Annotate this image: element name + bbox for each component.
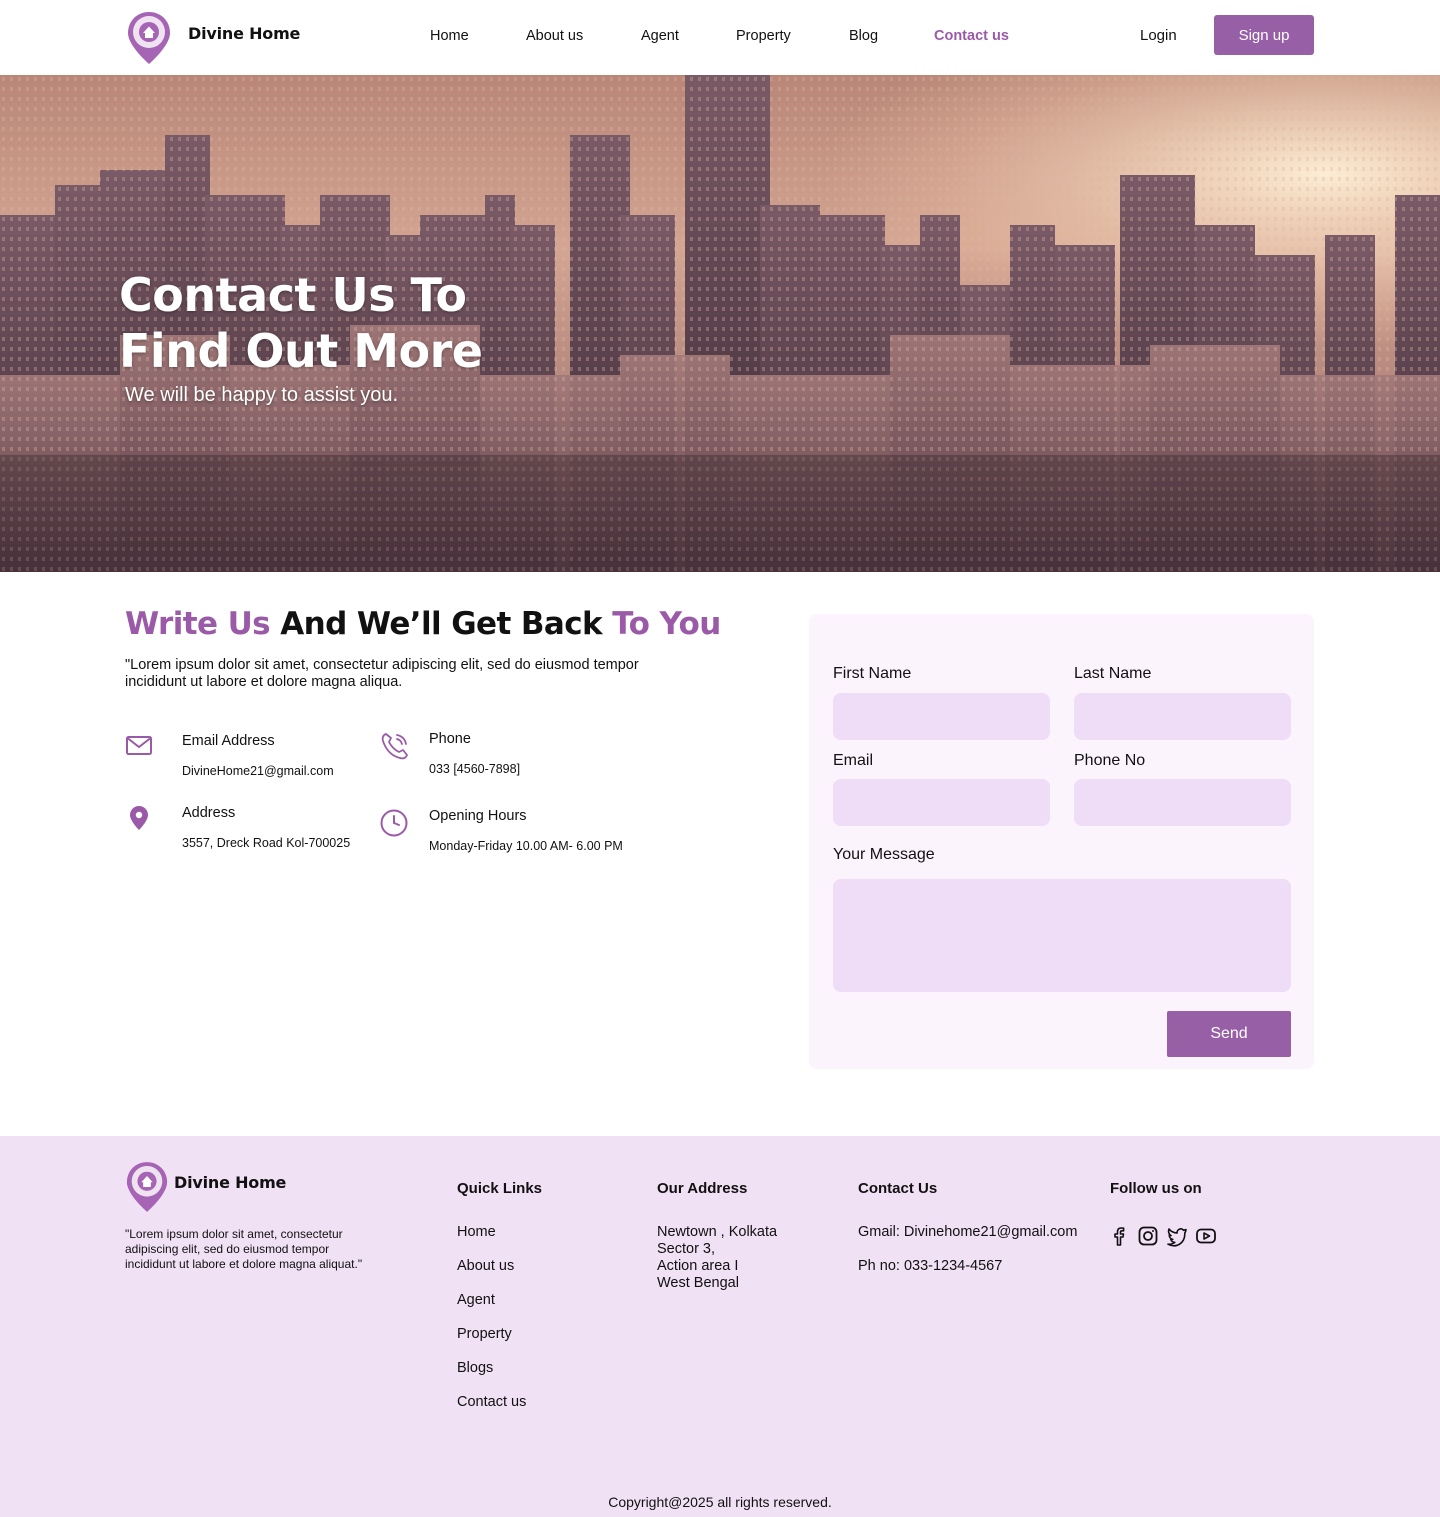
clock-icon (380, 809, 408, 837)
hero-subtitle: We will be happy to assist you. (125, 384, 399, 406)
hero-banner: Contact Us To Find Out More We will be h… (0, 75, 1440, 572)
email-field[interactable] (833, 779, 1050, 826)
phone-label: Phone (429, 731, 471, 747)
site-header: Divine Home Home About us Agent Property… (0, 0, 1440, 75)
login-link[interactable]: Login (1140, 27, 1177, 44)
title-highlight-2: To You (612, 606, 721, 642)
first-name-label: First Name (833, 665, 912, 682)
site-footer: Divine Home "Lorem ipsum dolor sit amet,… (0, 1136, 1440, 1517)
hero-title-line-2: Find Out More (119, 324, 483, 378)
follow-us-title: Follow us on (1110, 1180, 1202, 1197)
send-button[interactable]: Send (1167, 1011, 1291, 1057)
address-line: Newtown , Kolkata (657, 1224, 778, 1240)
contact-form: First Name Last Name Email Phone No Your… (809, 614, 1314, 1069)
nav-contact-us[interactable]: Contact us (934, 28, 1009, 44)
email-field-label: Email (833, 752, 874, 769)
nav-about-us[interactable]: About us (526, 28, 583, 44)
our-address-title: Our Address (657, 1180, 748, 1197)
mail-icon (126, 736, 152, 755)
social-links (1108, 1225, 1224, 1247)
address-line: West Bengal (657, 1275, 739, 1291)
footer-link-contact-us[interactable]: Contact us (457, 1394, 526, 1410)
footer-link-blogs[interactable]: Blogs (457, 1360, 493, 1376)
footer-link-home[interactable]: Home (457, 1224, 496, 1240)
address-value: 3557, Dreck Road Kol-700025 (182, 836, 351, 850)
hero-title: Contact Us To Find Out More (119, 267, 483, 379)
footer-logo[interactable]: Divine Home (125, 1160, 286, 1214)
last-name-input[interactable] (1074, 693, 1291, 740)
twitter-icon[interactable] (1166, 1225, 1188, 1247)
contact-description: "Lorem ipsum dolor sit amet, consectetur… (125, 657, 639, 690)
footer-link-property[interactable]: Property (457, 1326, 512, 1342)
address-line: Sector 3, (657, 1241, 716, 1257)
location-pin-icon (130, 806, 148, 830)
message-textarea[interactable] (833, 879, 1291, 992)
first-name-input[interactable] (833, 693, 1050, 740)
nav-home[interactable]: Home (430, 28, 469, 44)
address-label: Address (182, 805, 236, 821)
contact-us-title: Contact Us (858, 1180, 938, 1197)
quick-links-title: Quick Links (457, 1180, 543, 1197)
copyright-text: Copyright@2025 all rights reserved. (608, 1494, 832, 1510)
footer-link-agent[interactable]: Agent (457, 1292, 495, 1308)
phone-icon (381, 733, 408, 760)
location-pin-logo-icon (128, 12, 170, 64)
phone-value[interactable]: 033 [4560-7898] (429, 762, 520, 776)
email-value[interactable]: DivineHome21@gmail.com (182, 764, 334, 778)
contact-section-title: Write Us And We’ll Get Back To You (125, 606, 721, 642)
logo[interactable]: Divine Home (126, 10, 300, 66)
footer-gmail[interactable]: Gmail: Divinehome21@gmail.com (858, 1224, 1077, 1240)
phone-field[interactable] (1074, 779, 1291, 826)
footer-address: Newtown , Kolkata Sector 3, Action area … (657, 1224, 777, 1292)
hero-title-line-1: Contact Us To (119, 268, 467, 322)
nav-blog[interactable]: Blog (849, 28, 878, 44)
last-name-label: Last Name (1074, 665, 1152, 682)
footer-phone[interactable]: Ph no: 033-1234-4567 (858, 1258, 1002, 1274)
youtube-icon[interactable] (1195, 1225, 1217, 1247)
location-pin-logo-icon (126, 1162, 168, 1212)
footer-brand-name: Divine Home (174, 1172, 287, 1192)
signup-button[interactable]: Sign up (1214, 15, 1314, 55)
facebook-icon[interactable] (1108, 1225, 1130, 1247)
instagram-icon[interactable] (1137, 1225, 1159, 1247)
opening-hours-value: Monday-Friday 10.00 AM- 6.00 PM (429, 839, 623, 853)
nav-agent[interactable]: Agent (641, 28, 679, 44)
phone-field-label: Phone No (1074, 752, 1146, 769)
title-highlight-1: Write Us (125, 606, 271, 642)
email-label: Email Address (182, 733, 275, 749)
footer-link-about-us[interactable]: About us (457, 1258, 514, 1274)
footer-description: "Lorem ipsum dolor sit amet, consectetur… (125, 1227, 363, 1271)
brand-name: Divine Home (188, 23, 301, 43)
title-middle: And We’ll Get Back (270, 606, 613, 642)
opening-hours-label: Opening Hours (429, 808, 527, 824)
message-label: Your Message (833, 846, 935, 863)
address-line: Action area I (657, 1258, 739, 1274)
nav-property[interactable]: Property (736, 28, 791, 44)
